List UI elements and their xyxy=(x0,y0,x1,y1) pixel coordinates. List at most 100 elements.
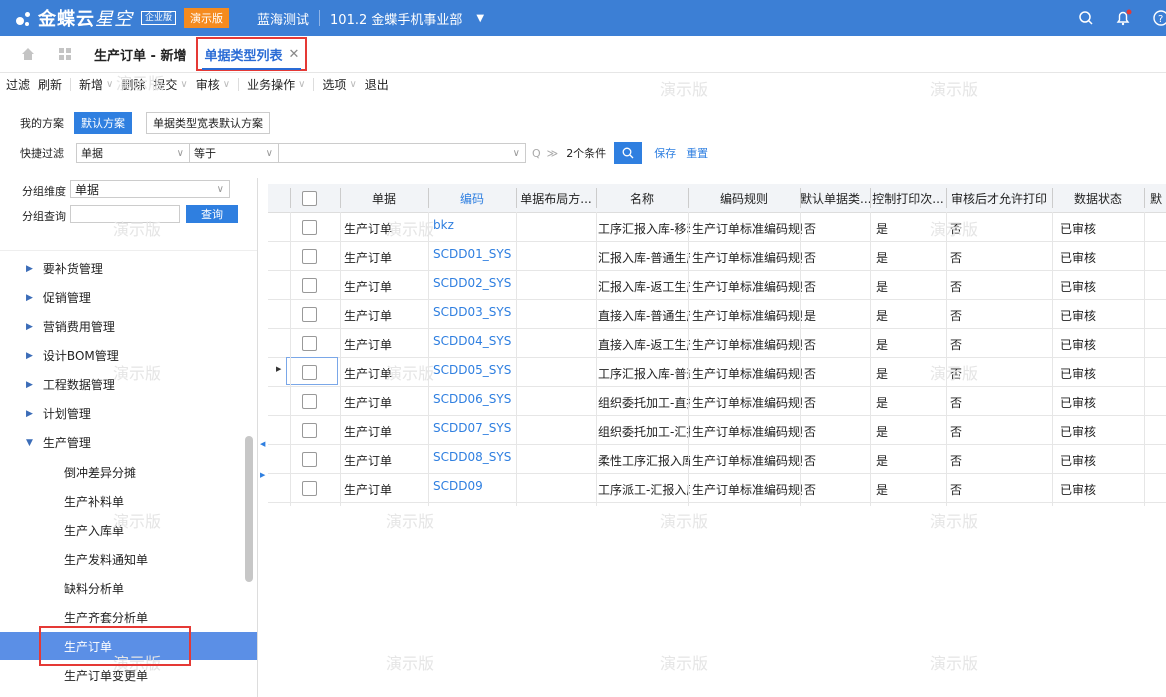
column-header[interactable]: 默 xyxy=(1144,190,1166,207)
home-icon[interactable] xyxy=(20,46,36,62)
code-link[interactable]: SCDD04_SYS xyxy=(433,334,517,348)
code-link[interactable]: SCDD03_SYS xyxy=(433,305,517,319)
tree-child-item[interactable]: 生产发料通知单 xyxy=(64,551,148,568)
watermark: 演示版 xyxy=(660,654,709,673)
row-checkbox[interactable] xyxy=(302,394,317,409)
group-dim-select[interactable]: 单据 ∨ xyxy=(70,180,230,198)
column-header[interactable]: 编码 xyxy=(428,190,516,207)
org-selector[interactable]: 101.2 金蝶手机事业部 xyxy=(330,9,462,28)
options-button[interactable]: 选项 xyxy=(322,76,346,93)
expand-conditions-icon[interactable]: ≫ xyxy=(547,147,559,160)
group-query-input[interactable] xyxy=(70,205,180,223)
submit-button[interactable]: 提交 xyxy=(153,76,177,93)
help-icon[interactable]: ? xyxy=(1152,9,1166,27)
tree-item[interactable]: ▼ 生产管理 xyxy=(26,434,91,451)
code-link[interactable]: SCDD09 xyxy=(433,479,517,493)
row-checkbox[interactable] xyxy=(302,336,317,351)
code-link[interactable]: SCDD05_SYS xyxy=(433,363,517,377)
table-cell: 生产订单 xyxy=(344,309,393,323)
caret-right-icon[interactable]: ▶ xyxy=(26,351,33,361)
tree-child-item[interactable]: 生产齐套分析单 xyxy=(64,609,148,626)
column-header[interactable]: 审核后才允许打印 xyxy=(946,190,1052,207)
chevron-down-icon[interactable]: ∨ xyxy=(298,79,305,90)
tree-child-item[interactable]: 生产补料单 xyxy=(64,493,124,510)
chevron-down-icon[interactable]: ∨ xyxy=(349,79,356,90)
search-icon[interactable] xyxy=(1078,10,1094,26)
select-all-checkbox[interactable] xyxy=(302,191,317,206)
reset-filter-link[interactable]: 重置 xyxy=(686,145,708,161)
conditions-count[interactable]: 2个条件 xyxy=(566,145,606,161)
column-header[interactable]: 控制打印次... xyxy=(870,190,946,207)
search-button[interactable] xyxy=(614,142,643,164)
tree-item[interactable]: ▶ 促销管理 xyxy=(26,289,91,306)
wide-table-scheme-button[interactable]: 单据类型宽表默认方案 xyxy=(146,112,270,134)
code-link[interactable]: SCDD07_SYS xyxy=(433,421,517,435)
table-cell: 否 xyxy=(804,425,817,439)
tree-item[interactable]: ▶ 工程数据管理 xyxy=(26,376,115,393)
tree-child-item[interactable]: 生产入库单 xyxy=(64,522,124,539)
default-scheme-button[interactable]: 默认方案 xyxy=(74,112,132,134)
company-name[interactable]: 蓝海测试 xyxy=(257,9,309,28)
code-link[interactable]: SCDD08_SYS xyxy=(433,450,517,464)
column-header[interactable]: 默认单据类... xyxy=(800,190,870,207)
code-link[interactable]: bkz xyxy=(433,218,517,232)
business-ops-button[interactable]: 业务操作 xyxy=(247,76,295,93)
tree-child-item[interactable]: 缺料分析单 xyxy=(64,580,124,597)
filter-field-select[interactable]: 单据 ∨ xyxy=(76,143,190,163)
exit-button[interactable]: 退出 xyxy=(365,76,389,93)
table-cell: 已审核 xyxy=(1060,251,1097,265)
save-filter-link[interactable]: 保存 xyxy=(654,145,676,161)
column-header[interactable]: 编码规则 xyxy=(688,190,800,207)
code-link[interactable]: SCDD01_SYS xyxy=(433,247,517,261)
caret-down-icon[interactable]: ▼ xyxy=(26,438,33,448)
search-icon[interactable]: Q xyxy=(532,147,541,160)
chevron-down-icon[interactable]: ∨ xyxy=(106,79,113,90)
tree-child-item[interactable]: 倒冲差异分摊 xyxy=(64,464,136,481)
row-checkbox[interactable] xyxy=(302,481,317,496)
group-query-button[interactable]: 查询 xyxy=(186,205,238,223)
caret-right-icon[interactable]: ▶ xyxy=(26,409,33,419)
chevron-down-icon[interactable]: ∨ xyxy=(223,79,230,90)
collapse-left-icon[interactable]: ◀ xyxy=(260,440,265,448)
tab-label: 单据类型列表 xyxy=(204,48,283,64)
tab-document-type-list[interactable]: 单据类型列表 ✕ xyxy=(196,37,308,71)
grid-icon[interactable] xyxy=(58,47,72,61)
column-header[interactable]: 数据状态 xyxy=(1052,190,1144,207)
column-header[interactable]: 单据布局方... xyxy=(516,190,596,207)
filter-button[interactable]: 过滤 xyxy=(6,76,30,93)
row-checkbox[interactable] xyxy=(302,220,317,235)
code-link[interactable]: SCDD06_SYS xyxy=(433,392,517,406)
expand-right-icon[interactable]: ▶ xyxy=(260,471,265,479)
caret-right-icon[interactable]: ▶ xyxy=(26,322,33,332)
filter-operator-select[interactable]: 等于 ∨ xyxy=(189,143,279,163)
code-link[interactable]: SCDD02_SYS xyxy=(433,276,517,290)
row-checkbox[interactable] xyxy=(302,452,317,467)
add-button[interactable]: 新增 xyxy=(79,76,103,93)
audit-button[interactable]: 审核 xyxy=(196,76,220,93)
bell-icon[interactable] xyxy=(1114,9,1132,27)
tree-item[interactable]: ▶ 计划管理 xyxy=(26,405,91,422)
filter-value-input[interactable]: ∨ xyxy=(278,143,526,163)
row-checkbox[interactable] xyxy=(302,278,317,293)
chevron-down-icon[interactable]: ∨ xyxy=(180,79,187,90)
tree-item[interactable]: ▶ 营销费用管理 xyxy=(26,318,115,335)
row-checkbox[interactable] xyxy=(302,249,317,264)
table-cell: 生产订单 xyxy=(344,483,393,497)
refresh-button[interactable]: 刷新 xyxy=(38,76,62,93)
row-checkbox[interactable] xyxy=(302,423,317,438)
caret-right-icon[interactable]: ▶ xyxy=(26,293,33,303)
tree-item[interactable]: ▶ 要补货管理 xyxy=(26,260,103,277)
tab-production-order-new[interactable]: 生产订单 - 新增 xyxy=(94,45,186,64)
caret-right-icon[interactable]: ▶ xyxy=(26,264,33,274)
column-header[interactable]: 名称 xyxy=(596,190,688,207)
delete-button[interactable]: 删除 xyxy=(121,76,145,93)
table-cell: 柔性工序汇报入库- xyxy=(598,454,690,468)
vertical-scrollbar[interactable] xyxy=(245,436,253,582)
tree-item[interactable]: ▶ 设计BOM管理 xyxy=(26,347,119,364)
caret-right-icon[interactable]: ▶ xyxy=(26,380,33,390)
close-icon[interactable]: ✕ xyxy=(288,47,299,62)
org-chevron-down-icon[interactable]: ▼ xyxy=(476,13,484,24)
column-header[interactable]: 单据 xyxy=(340,190,428,207)
row-checkbox[interactable] xyxy=(302,307,317,322)
tree-child-item[interactable]: 生产订单变更单 xyxy=(64,667,148,684)
